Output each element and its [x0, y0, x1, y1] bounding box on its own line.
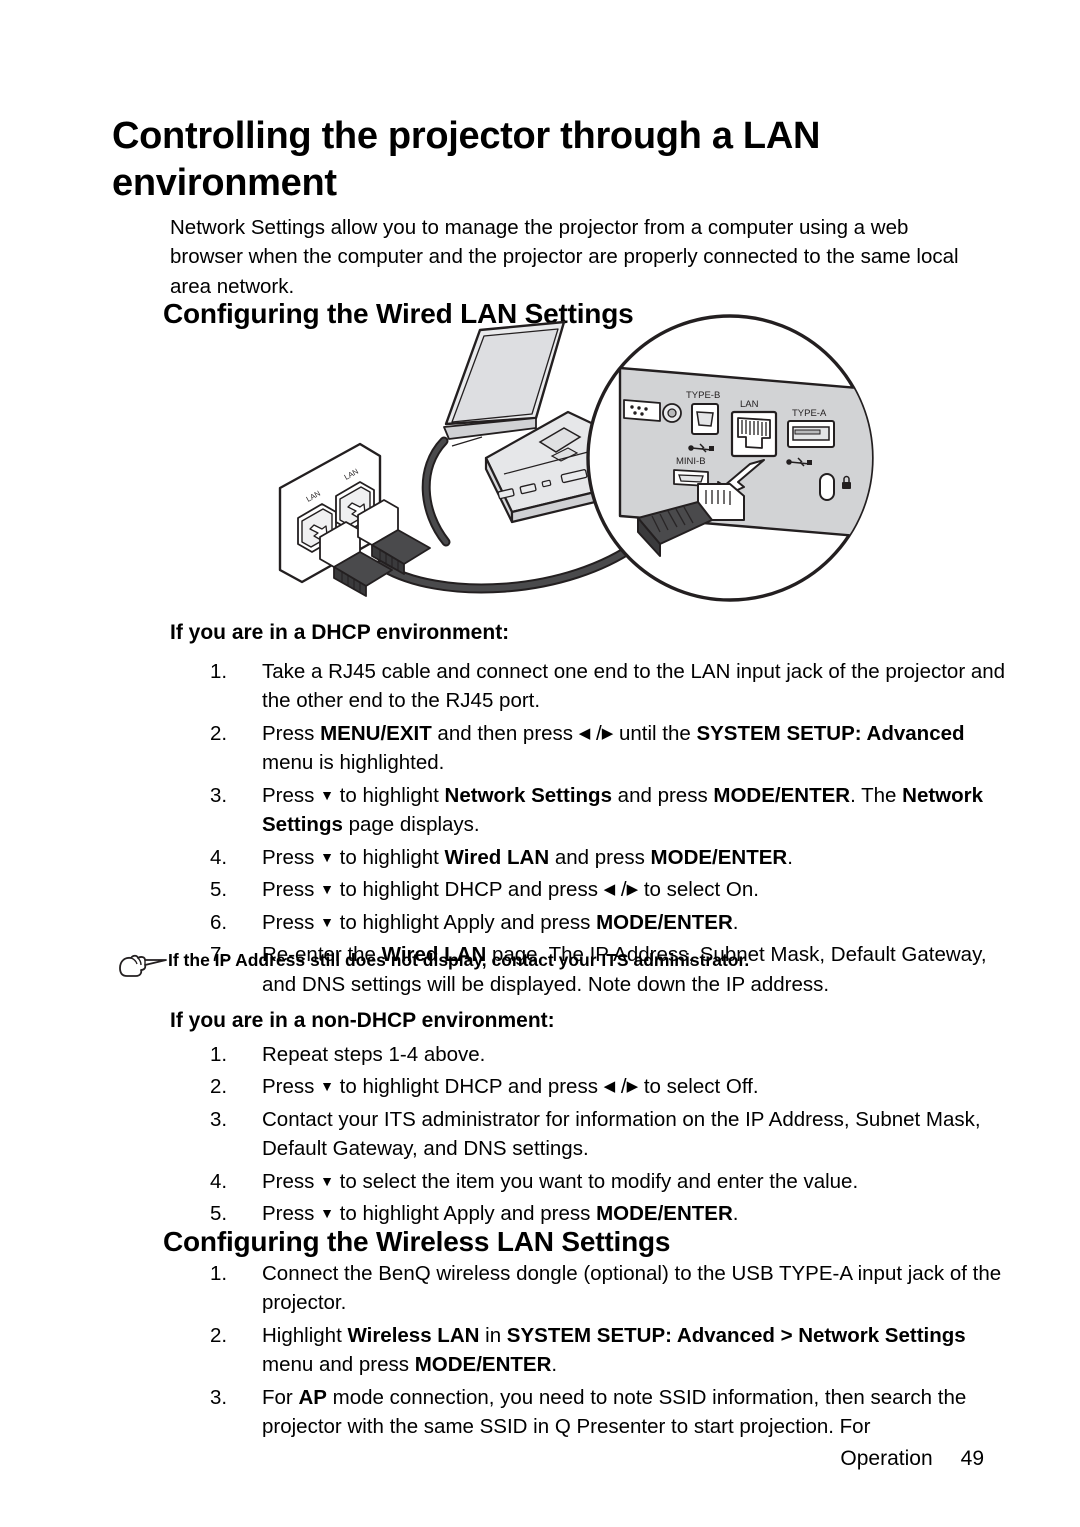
- step-number: 4.: [210, 845, 228, 869]
- step-text: Press MENU/EXIT and then press ◀ /▶ unti…: [262, 721, 965, 775]
- step-item: 2. Highlight Wireless LAN in SYSTEM SETUP…: [210, 1321, 1010, 1380]
- intro-paragraph: Network Settings allow you to manage the…: [170, 215, 959, 298]
- step-number: 1.: [210, 659, 228, 683]
- step-item: 3. For AP mode connection, you need to no…: [210, 1383, 1010, 1442]
- lan-connection-diagram: LAN LAN TYPE-B LAN TYPE-A MINI-B: [268, 306, 892, 602]
- d-sub-port: [623, 399, 682, 423]
- step-text: Press ▼ to highlight Wired LAN and press…: [262, 845, 793, 869]
- port-label-mini-b: MINI-B: [676, 456, 706, 467]
- step-text: Press ▼ to highlight DHCP and press ◀ /▶…: [262, 1075, 759, 1099]
- step-number: 3.: [210, 1385, 228, 1409]
- step-item: 3. Contact your ITS administrator for inf…: [210, 1105, 1010, 1164]
- step-number: 1.: [210, 1261, 228, 1285]
- subheading-dhcp: If you are in a DHCP environment:: [170, 621, 510, 644]
- step-number: 2.: [210, 721, 228, 745]
- step-text: Press ▼ to highlight DHCP and press ◀ /▶…: [262, 878, 759, 902]
- step-list-non-dhcp: 1. Repeat steps 1-4 above. 2. Press ▼ to hi…: [170, 1040, 1010, 1232]
- step-item: 1. Repeat steps 1-4 above.: [210, 1040, 1010, 1070]
- step-number: 2.: [210, 1323, 228, 1347]
- step-number: 3.: [210, 783, 228, 807]
- step-item: 6. Press ▼ to highlight Apply and press M…: [210, 908, 1010, 938]
- step-text: Highlight Wireless LAN in SYSTEM SETUP: …: [262, 1323, 966, 1377]
- port-label-type-b: TYPE-B: [686, 390, 720, 401]
- step-text: Press ▼ to select the item you want to m…: [262, 1169, 859, 1193]
- document-page: Controlling the projector through a LAN …: [0, 0, 1080, 1527]
- section-heading-wireless-lan: Configuring the Wireless LAN Settings: [163, 1226, 671, 1258]
- step-list-wireless: 1. Connect the BenQ wireless dongle (opti…: [170, 1259, 1010, 1445]
- step-item: 1. Take a RJ45 cable and connect one end …: [210, 657, 1010, 716]
- step-item: 3. Press ▼ to highlight Network Settings …: [210, 781, 1010, 840]
- page-title: Controlling the projector through a LAN …: [112, 115, 821, 204]
- step-number: 5.: [210, 1202, 228, 1226]
- step-item: 1. Connect the BenQ wireless dongle (opti…: [210, 1259, 1010, 1318]
- step-number: 1.: [210, 1042, 228, 1066]
- step-item: 4. Press ▼ to select the item you want to…: [210, 1167, 1010, 1197]
- step-text: Press ▼ to highlight Apply and press MOD…: [262, 910, 739, 934]
- usb-mini-b-port: MINI-B: [673, 456, 709, 487]
- footer-page-number: 49: [960, 1447, 984, 1470]
- step-item: 5. Press ▼ to highlight DHCP and press ◀ …: [210, 875, 1010, 905]
- port-label-type-a: TYPE-A: [792, 408, 827, 419]
- step-item: 2. Press MENU/EXIT and then press ◀ /▶ un…: [210, 719, 1010, 778]
- note-block: If the IP Address still does not display…: [112, 948, 972, 984]
- step-text: Take a RJ45 cable and connect one end to…: [262, 659, 1006, 713]
- subheading-non-dhcp: If you are in a non-DHCP environment:: [170, 1009, 555, 1032]
- step-number: 6.: [210, 910, 228, 934]
- step-number: 5.: [210, 878, 228, 902]
- port-label-lan: LAN: [740, 399, 759, 410]
- step-item: 4. Press ▼ to highlight Wired LAN and pre…: [210, 843, 1010, 873]
- step-number: 3.: [210, 1107, 228, 1131]
- note-text: If the IP Address still does not display…: [168, 950, 750, 970]
- step-item: 5. Press ▼ to highlight Apply and press M…: [210, 1199, 1010, 1229]
- page-footer: Operation 49: [0, 1447, 1080, 1471]
- step-text: Press ▼ to highlight Apply and press MOD…: [262, 1202, 739, 1226]
- step-item: 2. Press ▼ to highlight DHCP and press ◀ …: [210, 1072, 1010, 1102]
- step-text: Repeat steps 1-4 above.: [262, 1042, 486, 1066]
- step-number: 2.: [210, 1075, 228, 1099]
- step-number: 4.: [210, 1169, 228, 1193]
- pointing-hand-icon: [112, 950, 168, 984]
- projector-panel-callout: TYPE-B LAN TYPE-A MINI-B: [586, 314, 874, 602]
- step-text: Press ▼ to highlight Network Settings an…: [262, 783, 984, 837]
- footer-section-label: Operation: [840, 1447, 933, 1470]
- step-text: Contact your ITS administrator for infor…: [262, 1107, 981, 1161]
- step-text: Connect the BenQ wireless dongle (option…: [262, 1261, 1002, 1315]
- step-text: For AP mode connection, you need to note…: [262, 1385, 967, 1439]
